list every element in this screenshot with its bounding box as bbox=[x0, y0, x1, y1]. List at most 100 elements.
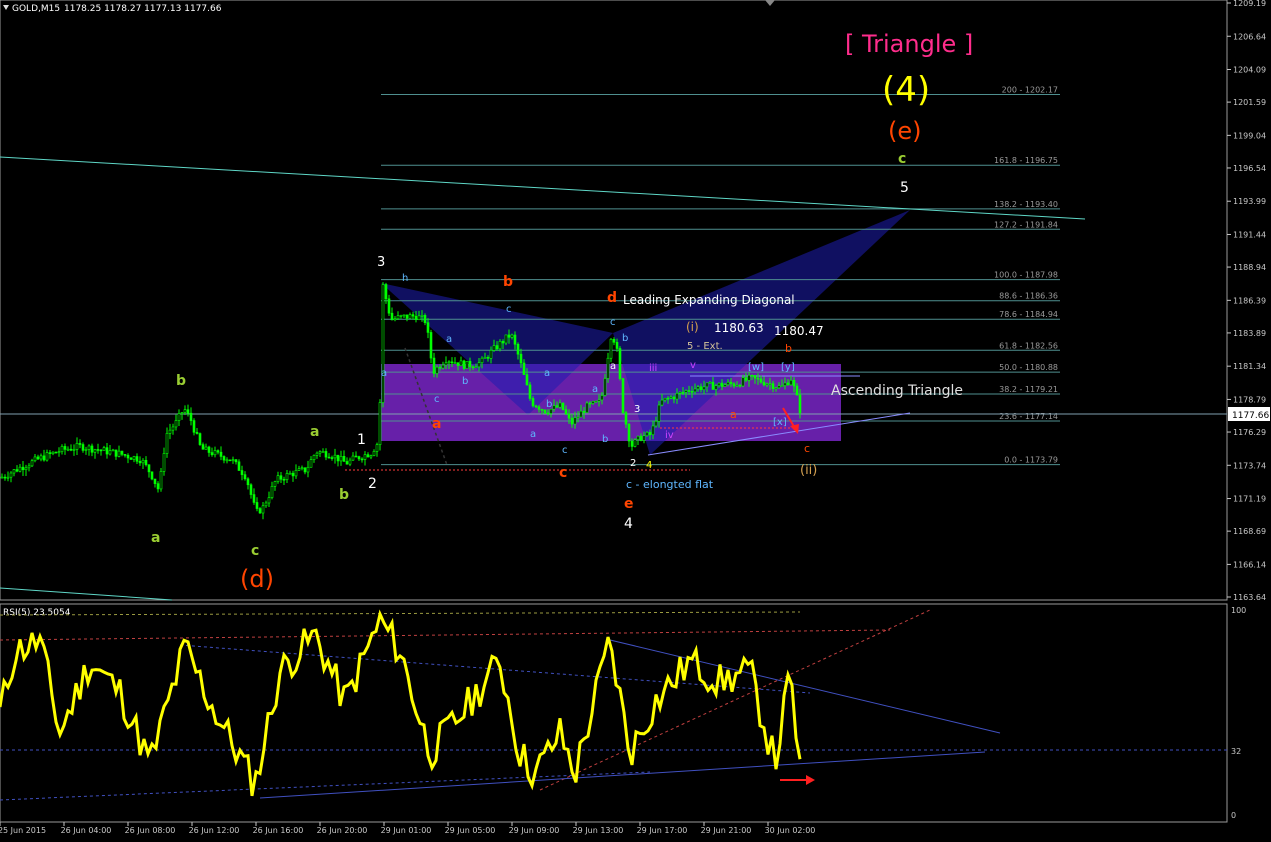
rsi-panel-frame bbox=[0, 603, 1228, 823]
candle-body bbox=[63, 446, 67, 450]
candle-body bbox=[630, 440, 634, 447]
candle-body bbox=[753, 375, 757, 379]
candle-body bbox=[390, 312, 394, 321]
candle-body bbox=[399, 315, 403, 317]
svg-text:b: b bbox=[462, 376, 468, 387]
candle-body bbox=[378, 402, 382, 445]
candle-body bbox=[423, 315, 427, 323]
candle-body bbox=[108, 450, 112, 455]
svg-text:d: d bbox=[607, 290, 617, 306]
candle-body bbox=[33, 456, 37, 462]
candle-body bbox=[213, 450, 217, 456]
svg-text:iii: iii bbox=[649, 363, 657, 374]
candle-body bbox=[210, 452, 214, 456]
svg-text:c: c bbox=[434, 394, 440, 405]
svg-text:1: 1 bbox=[357, 432, 366, 448]
candle-body bbox=[87, 445, 91, 450]
candle-body bbox=[711, 381, 715, 390]
wave-ii-label: (ii) bbox=[800, 463, 817, 478]
candle-body bbox=[42, 455, 46, 461]
candle-body bbox=[324, 451, 328, 458]
candle-body bbox=[441, 364, 445, 369]
price-tick-label: 1206.64 bbox=[1233, 32, 1266, 41]
candle-body bbox=[138, 461, 142, 464]
candle-body bbox=[447, 361, 451, 364]
candle-body bbox=[30, 460, 34, 467]
candle-body bbox=[402, 314, 406, 317]
candle-body bbox=[678, 391, 682, 394]
svg-text:b: b bbox=[622, 333, 628, 344]
candle-body bbox=[465, 361, 469, 369]
candle-body bbox=[9, 472, 13, 478]
candle-body bbox=[171, 426, 175, 431]
candle-body bbox=[93, 449, 97, 453]
candle-body bbox=[525, 374, 529, 386]
candle-body bbox=[717, 382, 721, 386]
candle-body bbox=[315, 452, 319, 456]
candle-body bbox=[408, 314, 412, 319]
trading-chart[interactable]: 200 - 1202.17 161.8 - 1196.75 138.2 - 1193… bbox=[0, 0, 1271, 842]
candle-body bbox=[555, 405, 559, 408]
svg-text:a: a bbox=[151, 530, 160, 546]
candle-body bbox=[429, 332, 433, 359]
candle-body bbox=[537, 406, 541, 410]
time-tick-label: 26 Jun 20:00 bbox=[317, 826, 368, 835]
candle-body bbox=[741, 377, 745, 387]
candle-body bbox=[732, 383, 736, 387]
candle-body bbox=[126, 454, 130, 459]
candle-body bbox=[366, 454, 370, 458]
candle-body bbox=[738, 384, 742, 387]
candle-body bbox=[615, 341, 619, 349]
svg-text:e: e bbox=[624, 496, 634, 512]
candle-body bbox=[675, 393, 679, 400]
candle-body bbox=[195, 431, 199, 434]
svg-text:a: a bbox=[730, 408, 737, 421]
candle-body bbox=[84, 449, 88, 451]
ohlc-values: 1178.25 1178.27 1177.13 1177.66 bbox=[64, 4, 222, 14]
price-label-2: 1180.47 bbox=[774, 324, 824, 338]
time-axis: 25 Jun 2015 26 Jun 04:00 26 Jun 08:00 26 Ju… bbox=[0, 822, 815, 835]
candle-body bbox=[147, 464, 151, 473]
candle-body bbox=[723, 384, 727, 387]
svg-text:4: 4 bbox=[624, 516, 633, 532]
svg-text:[x]: [x] bbox=[773, 417, 787, 428]
candle-body bbox=[135, 456, 139, 462]
candle-body bbox=[603, 378, 607, 396]
candle-body bbox=[327, 456, 331, 459]
candle-body bbox=[375, 444, 379, 452]
candle-body bbox=[414, 315, 418, 320]
svg-text:2: 2 bbox=[368, 476, 377, 492]
candle-body bbox=[156, 483, 160, 490]
candle-body bbox=[99, 449, 103, 452]
candle-body bbox=[306, 466, 310, 473]
fib-level-label: 38.2 - 1179.21 bbox=[999, 385, 1058, 394]
candle-body bbox=[183, 409, 187, 413]
candle-body bbox=[618, 348, 622, 379]
candle-body bbox=[540, 409, 544, 411]
candle-body bbox=[267, 497, 271, 504]
fib-level-label: 61.8 - 1182.56 bbox=[999, 341, 1058, 350]
candle-body bbox=[591, 401, 595, 404]
candle-body bbox=[759, 378, 763, 383]
candle-body bbox=[297, 468, 301, 471]
svg-text:a: a bbox=[310, 424, 319, 440]
candle-body bbox=[585, 402, 589, 413]
candle-body bbox=[384, 284, 388, 300]
candle-body bbox=[666, 397, 670, 400]
candle-body bbox=[162, 453, 166, 472]
price-tick-label: 1188.94 bbox=[1233, 263, 1266, 272]
candle-body bbox=[654, 421, 658, 427]
candle-body bbox=[756, 377, 760, 380]
candle-body bbox=[411, 314, 415, 317]
price-tick-label: 1171.19 bbox=[1233, 495, 1266, 504]
candle-body bbox=[387, 298, 391, 314]
fib-level-label: 50.0 - 1180.88 bbox=[999, 363, 1058, 372]
candle-body bbox=[789, 380, 793, 386]
svg-text:h: h bbox=[402, 273, 408, 284]
svg-text:b: b bbox=[176, 373, 186, 389]
candle-body bbox=[687, 390, 691, 392]
triangle-title: [ Triangle ] bbox=[845, 30, 973, 58]
candle-body bbox=[396, 315, 400, 320]
candle-body bbox=[765, 383, 769, 386]
candle-body bbox=[258, 508, 262, 514]
